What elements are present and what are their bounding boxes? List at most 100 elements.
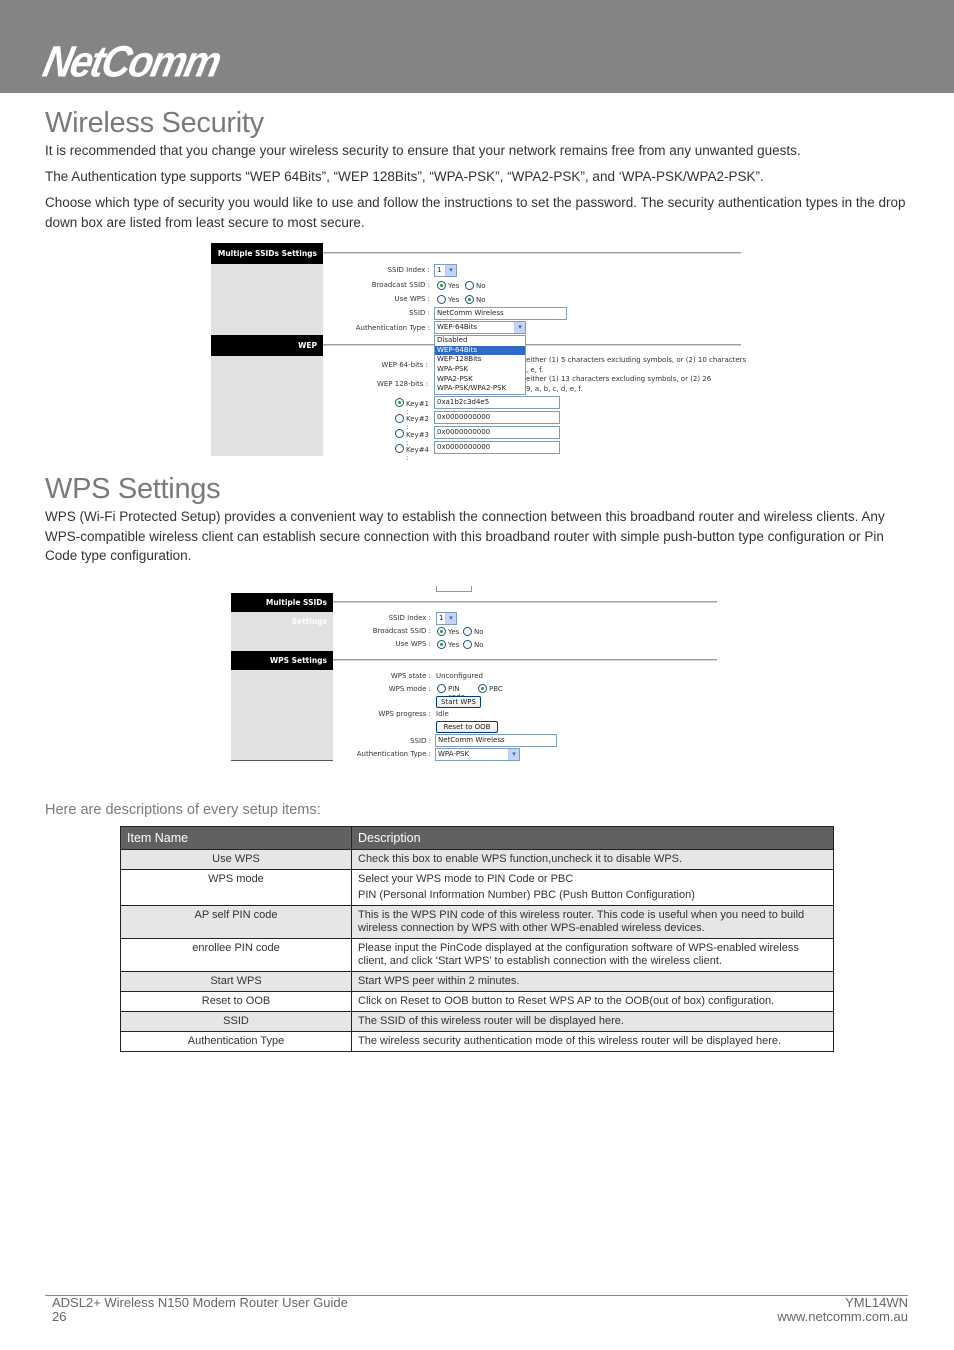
wps-ssid-index-value: 1 xyxy=(439,614,444,622)
wep128-label: WEP 128-bits : xyxy=(376,380,428,388)
wps-auth-type-value: WPA-PSK xyxy=(438,750,470,758)
wps-auth-type-select[interactable]: WPA-PSK ▾ xyxy=(435,748,520,761)
ssid-index-select[interactable]: 1 ▾ xyxy=(434,264,457,277)
key2-label: Key#2 : xyxy=(406,415,430,431)
use-wps-yes-label: Yes xyxy=(448,296,460,304)
auth-option[interactable]: WPA-PSK xyxy=(435,365,525,375)
table-row: Start WPS Start WPS peer within 2 minute… xyxy=(120,971,834,992)
table-row: AP self PIN code This is the WPS PIN cod… xyxy=(120,905,834,939)
key2-input[interactable]: 0x0000000000 xyxy=(434,411,560,424)
auth-type-select[interactable]: WEP-64Bits ▾ xyxy=(434,321,526,334)
wps-settings-title: WPS Settings xyxy=(45,473,221,505)
key4-radio[interactable] xyxy=(395,444,404,453)
wps-section-wps-settings: WPS Settings xyxy=(231,651,333,670)
ws-paragraph-3: Choose which type of security you would … xyxy=(45,195,906,230)
item-name: Authentication Type xyxy=(120,1031,352,1052)
wps-section-multiple-ssids: Multiple SSIDs Settings xyxy=(231,593,333,626)
wps-broadcast-yes-label: Yes xyxy=(448,628,460,636)
ssid-label: SSID : xyxy=(409,309,430,317)
wep64-label: WEP 64-bits : xyxy=(381,361,428,369)
item-name: WPS mode xyxy=(120,869,352,906)
wep128-hint-1: either (1) 13 characters excluding symbo… xyxy=(526,375,712,383)
footer-website[interactable]: www.netcomm.com.au xyxy=(777,1309,908,1324)
item-name: Start WPS xyxy=(120,971,352,992)
key4-input[interactable]: 0x0000000000 xyxy=(434,441,560,454)
auth-option-highlighted[interactable]: WEP-64Bits xyxy=(435,345,525,356)
item-description: Select your WPS mode to PIN Code or PBC P… xyxy=(351,869,834,906)
item-description: Start WPS peer within 2 minutes. xyxy=(351,971,834,992)
key1-radio[interactable] xyxy=(395,398,404,407)
wps-state-label: WPS state : xyxy=(390,672,431,680)
table-header-row: Item Name Description xyxy=(120,826,834,850)
wps-use-wps-yes-radio[interactable] xyxy=(437,640,446,649)
wps-ssid-input[interactable]: NetComm Wireless xyxy=(435,734,557,747)
column-header-item-name: Item Name xyxy=(120,826,352,850)
item-name: enrollee PIN code xyxy=(120,938,352,972)
auth-option[interactable]: WPA-PSK/WPA2-PSK xyxy=(435,384,525,394)
key3-input[interactable]: 0x0000000000 xyxy=(434,426,560,439)
wps-progress-label: WPS progress : xyxy=(378,710,431,718)
wps-mode-label: WPS mode : xyxy=(388,685,431,693)
table-row: enrollee PIN code Please input the PinCo… xyxy=(120,938,834,972)
wps-use-wps-no-label: No xyxy=(474,641,484,649)
wps-sidebar-bottom xyxy=(231,760,333,761)
auth-type-label: Authentication Type : xyxy=(355,324,430,332)
key1-input[interactable]: 0xa1b2c3d4e5 xyxy=(434,396,560,409)
wep64-hint-1: either (1) 5 characters excluding symbol… xyxy=(526,356,747,364)
item-description: The wireless security authentication mod… xyxy=(351,1031,834,1052)
chevron-down-icon: ▾ xyxy=(514,322,525,333)
key3-radio[interactable] xyxy=(395,429,404,438)
broadcast-no-radio[interactable] xyxy=(465,281,474,290)
use-wps-yes-radio[interactable] xyxy=(437,295,446,304)
wps-use-wps-yes-label: Yes xyxy=(448,641,460,649)
wireless-security-title: Wireless Security xyxy=(45,107,264,139)
descriptions-heading: Here are descriptions of every setup ite… xyxy=(45,802,321,818)
ws-section-wep: WEP xyxy=(211,335,323,356)
start-wps-button[interactable]: Start WPS xyxy=(436,696,481,708)
broadcast-no-label: No xyxy=(476,282,486,290)
wps-ssid-index-select[interactable]: 1 ▾ xyxy=(436,612,457,625)
ws-paragraph-1: It is recommended that you change your w… xyxy=(45,143,801,158)
broadcast-yes-radio[interactable] xyxy=(437,281,446,290)
key1-label: Key#1 : xyxy=(406,400,430,416)
table-row: SSID The SSID of this wireless router wi… xyxy=(120,1011,834,1032)
ssid-input[interactable]: NetComm Wireless xyxy=(434,307,567,320)
auth-option[interactable]: WPA2-PSK xyxy=(435,375,525,385)
item-name: AP self PIN code xyxy=(120,905,352,939)
ws-paragraph-2: The Authentication type supports “WEP 64… xyxy=(45,169,764,184)
ssid-index-label: SSID Index : xyxy=(387,266,430,274)
wps-divider-2 xyxy=(333,659,717,661)
use-wps-label: Use WPS : xyxy=(394,295,430,303)
chevron-down-icon: ▾ xyxy=(445,265,456,276)
item-description: Please input the PinCode displayed at th… xyxy=(351,938,834,972)
wps-use-wps-no-radio[interactable] xyxy=(463,640,472,649)
key4-label: Key#4 : xyxy=(406,446,430,462)
table-row: Use WPS Check this box to enable WPS fun… xyxy=(120,849,834,870)
table-row: Reset to OOB Click on Reset to OOB butto… xyxy=(120,991,834,1012)
auth-option[interactable]: Disabled xyxy=(435,336,525,346)
wps-mode-pbc-radio[interactable] xyxy=(478,684,487,693)
netcomm-logo: NetComm xyxy=(38,37,225,87)
table-row: Authentication Type The wireless securit… xyxy=(120,1031,834,1052)
wps-auth-type-label: Authentication Type : xyxy=(356,750,431,758)
auth-type-value: WEP-64Bits xyxy=(437,323,477,331)
wps-progress-value: Idle xyxy=(436,710,449,718)
footer-page-number: 26 xyxy=(52,1309,67,1324)
auth-option[interactable]: WEP-128Bits xyxy=(435,355,525,365)
wps-broadcast-no-radio[interactable] xyxy=(463,627,472,636)
footer-guide-title: ADSL2+ Wireless N150 Modem Router User G… xyxy=(52,1295,348,1310)
wps-use-wps-label: Use WPS : xyxy=(395,640,431,648)
use-wps-no-radio[interactable] xyxy=(465,295,474,304)
item-description: This is the WPS PIN code of this wireles… xyxy=(351,905,834,939)
wep128-hint-2: 9, a, b, c, d, e, f. xyxy=(526,385,583,393)
wps-ssid-index-label: SSID Index : xyxy=(388,614,431,622)
reset-to-oob-button[interactable]: Reset to OOB xyxy=(436,721,498,733)
wps-mode-pin-radio[interactable] xyxy=(437,684,446,693)
wps-broadcast-ssid-label: Broadcast SSID : xyxy=(372,627,431,635)
key2-radio[interactable] xyxy=(395,414,404,423)
wps-broadcast-yes-radio[interactable] xyxy=(437,627,446,636)
item-description: Check this box to enable WPS function,un… xyxy=(351,849,834,870)
item-description-line-1: Select your WPS mode to PIN Code or PBC xyxy=(358,873,574,885)
use-wps-no-label: No xyxy=(476,296,486,304)
chevron-down-icon: ▾ xyxy=(508,749,519,760)
